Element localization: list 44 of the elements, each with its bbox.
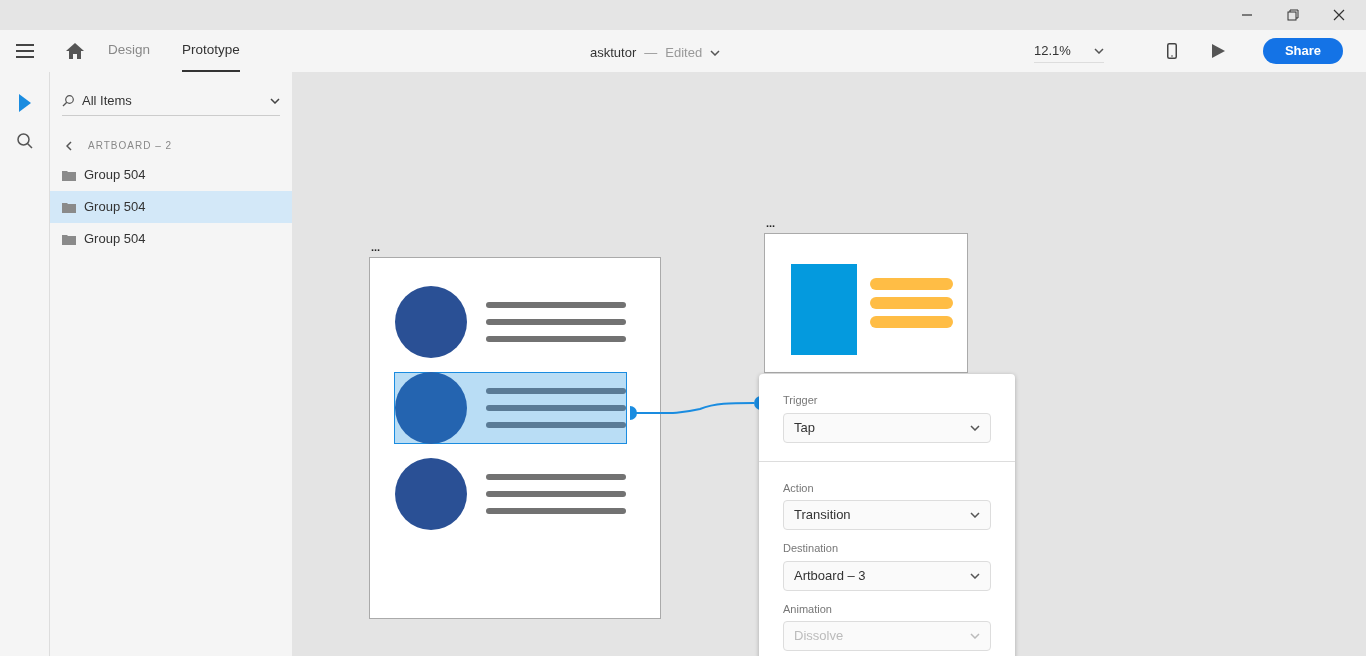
menu-icon[interactable] (16, 44, 34, 58)
list-item-drawing[interactable] (394, 458, 627, 530)
search-icon (62, 94, 74, 107)
folder-icon (62, 233, 76, 245)
home-icon[interactable] (66, 43, 84, 59)
close-icon[interactable] (1333, 9, 1345, 21)
artboard-label[interactable]: ... (766, 218, 776, 229)
document-title: asktutor (590, 44, 637, 62)
artboard[interactable] (369, 257, 661, 619)
layer-item[interactable]: Group 504 (50, 223, 292, 255)
chevron-down-icon (1094, 47, 1104, 54)
dropdown: Dissolve (783, 621, 991, 651)
play-icon[interactable] (1212, 44, 1225, 58)
field-label: Destination (783, 541, 840, 556)
search-icon (16, 133, 33, 149)
field-label: Trigger (783, 393, 819, 408)
list-item-drawing[interactable] (394, 286, 627, 358)
chevron-down-icon (970, 512, 980, 518)
folder-icon (62, 201, 76, 213)
chevron-down-icon (710, 49, 721, 56)
field-label: Action (783, 480, 815, 496)
chevron-down-icon (970, 633, 980, 639)
breadcrumb: ARTBOARD – 2 (88, 139, 173, 153)
share-button[interactable]: Share (1263, 38, 1343, 64)
back-icon[interactable] (66, 140, 72, 151)
dropdown[interactable]: Transition (783, 500, 991, 530)
connector-line[interactable] (630, 396, 762, 418)
field-label: Animation (783, 601, 833, 617)
chevron-down-icon (270, 97, 280, 104)
phone-icon[interactable] (1167, 43, 1177, 59)
dropdown[interactable]: Artboard – 3 (783, 560, 991, 591)
list-item-drawing[interactable] (394, 372, 627, 444)
folder-icon (62, 169, 76, 181)
separator: — (644, 44, 658, 62)
pointer-icon (18, 94, 31, 112)
layer-item[interactable]: Group 504 (50, 191, 292, 223)
filter-dropdown[interactable]: All Items (62, 86, 280, 116)
artboard-label[interactable]: ... (371, 242, 381, 253)
restore-icon[interactable] (1287, 9, 1299, 21)
chevron-down-icon (970, 424, 980, 431)
zoom-dropdown[interactable]: 12.1% (1034, 38, 1104, 64)
dropdown[interactable]: Tap (783, 412, 991, 443)
chevron-down-icon (970, 572, 980, 579)
layer-item[interactable]: Group 504 (50, 159, 292, 191)
